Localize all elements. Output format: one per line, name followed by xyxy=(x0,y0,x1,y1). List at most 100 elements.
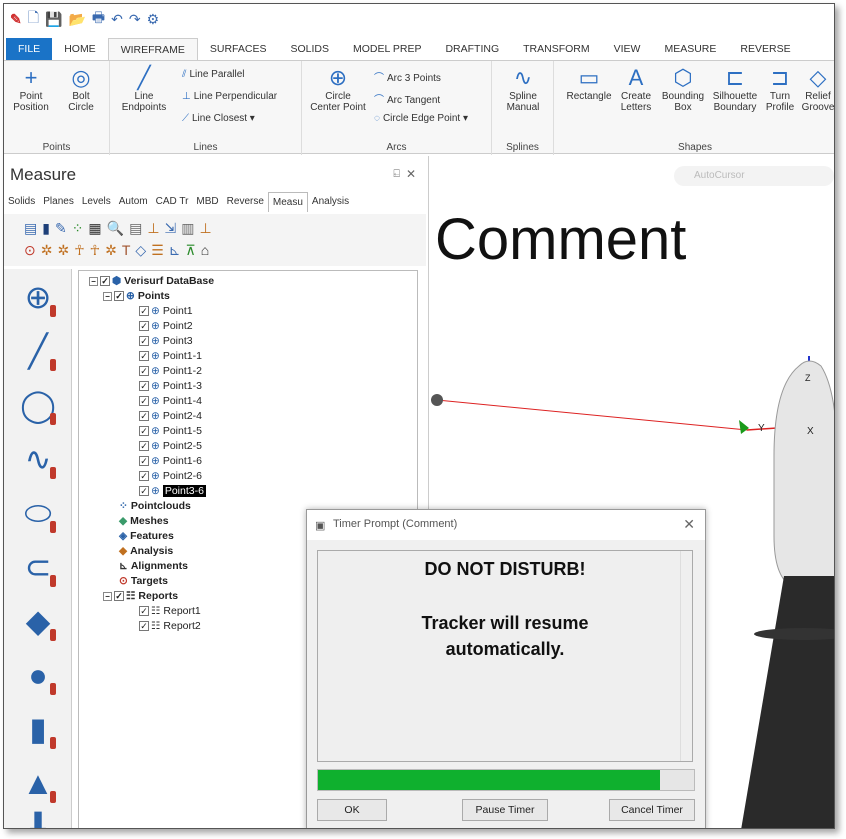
document-icon[interactable]: ▮ xyxy=(42,220,50,237)
line-feature-button[interactable]: ╱ xyxy=(18,331,58,371)
table-icon[interactable]: ▦ xyxy=(88,220,101,237)
ellipse-feature-button[interactable]: ⬭ xyxy=(18,493,58,533)
axis-icon[interactable]: ⊾ xyxy=(169,242,181,259)
tab-analysis[interactable]: Analysis xyxy=(308,192,353,212)
checkbox[interactable]: ✓ xyxy=(139,336,149,347)
close-icon[interactable]: ✕ xyxy=(406,167,416,181)
points-icon[interactable]: ✲ xyxy=(41,242,53,259)
tree-node-points[interactable]: − ✓ ⊕ Points xyxy=(103,289,170,304)
save-icon[interactable]: 💾 xyxy=(45,11,62,28)
create-letters-button[interactable]: A Create Letters xyxy=(616,65,656,113)
print-icon[interactable]: 🖶 xyxy=(92,7,105,31)
tree-report[interactable]: ✓ ☷ Report1 xyxy=(139,604,201,619)
tree-report[interactable]: ✓ ☷ Report2 xyxy=(139,619,201,634)
checkbox[interactable]: ✓ xyxy=(139,606,149,617)
checkbox[interactable]: ✓ xyxy=(139,471,149,482)
tab-file[interactable]: FILE xyxy=(6,38,53,60)
line-endpoints-button[interactable]: ╱ Line Endpoints xyxy=(114,65,174,113)
message-scrollbar[interactable] xyxy=(680,551,692,761)
pause-timer-button[interactable]: Pause Timer xyxy=(462,799,548,821)
tree-point-selected[interactable]: ✓ ⊕ Point3-6 xyxy=(139,484,206,499)
tree-point[interactable]: ✓ ⊕ Point2-4 xyxy=(139,409,202,424)
ok-button[interactable]: OK xyxy=(317,799,387,821)
undo-icon[interactable]: ↶ xyxy=(111,11,123,28)
checkbox[interactable]: ✓ xyxy=(139,621,149,632)
tab-transform[interactable]: TRANSFORM xyxy=(511,38,602,60)
relief-groove-button[interactable]: ◇ Relief Groove xyxy=(800,65,834,113)
tag-icon[interactable]: ◇ xyxy=(135,242,146,259)
tree-point[interactable]: ✓ ⊕ Point1-5 xyxy=(139,424,202,439)
sphere-feature-button[interactable]: ● xyxy=(18,655,58,695)
arc-3-points-button[interactable]: ⌒ Arc 3 Points xyxy=(374,69,441,84)
zoom-icon[interactable]: 🔍 xyxy=(107,220,124,237)
tab-home[interactable]: HOME xyxy=(52,38,108,60)
tab-autom[interactable]: Autom xyxy=(115,192,152,212)
cone-feature-button[interactable]: ▲ xyxy=(18,763,58,803)
checkbox[interactable]: ✓ xyxy=(139,441,149,452)
tree-node-reports[interactable]: − ✓ ☷ Reports xyxy=(103,589,178,604)
person-alt-icon[interactable]: ☥ xyxy=(90,242,100,259)
tree-point[interactable]: ✓ ⊕ Point3 xyxy=(139,334,193,349)
tab-measu[interactable]: Measu xyxy=(267,192,308,212)
tree-point[interactable]: ✓ ⊕ Point2-5 xyxy=(139,439,202,454)
bolt-circle-button[interactable]: ◎ Bolt Circle xyxy=(58,65,104,113)
cancel-timer-button[interactable]: Cancel Timer xyxy=(609,799,695,821)
line-parallel-button[interactable]: ⫽ Line Parallel xyxy=(182,69,245,80)
point-feature-button[interactable]: ⊕ xyxy=(18,277,58,317)
plane-feature-button[interactable]: ◆ xyxy=(18,601,58,641)
edit-icon[interactable]: ✎ xyxy=(55,220,67,237)
tree-root[interactable]: − ✓ ⬢ Verisurf DataBase xyxy=(89,274,214,289)
checkbox[interactable]: ✓ xyxy=(139,411,149,422)
checkbox[interactable]: ✓ xyxy=(114,591,124,602)
tab-wireframe[interactable]: WIREFRAME xyxy=(107,38,198,60)
arc-tangent-button[interactable]: ⌒ Arc Tangent xyxy=(374,91,440,106)
slot-feature-button[interactable]: ⊂ xyxy=(18,547,58,587)
tab-mbd[interactable]: MBD xyxy=(192,192,222,212)
checkbox[interactable]: ✓ xyxy=(139,306,149,317)
tree-point[interactable]: ✓ ⊕ Point1 xyxy=(139,304,193,319)
tree-node-targets[interactable]: ⊙ Targets xyxy=(119,574,168,589)
checkbox[interactable]: ✓ xyxy=(139,426,149,437)
tab-model-prep[interactable]: MODEL PREP xyxy=(341,38,433,60)
checkbox[interactable]: ✓ xyxy=(139,381,149,392)
report-icon[interactable]: ▤ xyxy=(24,220,37,237)
point-position-button[interactable]: + Point Position xyxy=(6,65,56,113)
open-folder-icon[interactable]: 📂 xyxy=(68,11,85,28)
tree-point[interactable]: ✓ ⊕ Point1-4 xyxy=(139,394,202,409)
circle-edge-point-button[interactable]: ◌ Circle Edge Point ▾ xyxy=(374,113,468,124)
circle-center-point-button[interactable]: ⊕ Circle Center Point xyxy=(306,65,370,113)
spline-manual-button[interactable]: ∿ Spline Manual xyxy=(498,65,548,113)
target-icon[interactable]: ⊙ xyxy=(24,242,36,259)
collapse-icon[interactable]: − xyxy=(103,591,112,601)
tab-levels[interactable]: Levels xyxy=(78,192,115,212)
tab-reverse-panel[interactable]: Reverse xyxy=(223,192,268,212)
line-perpendicular-button[interactable]: ⊥ Line Perpendicular xyxy=(182,91,277,102)
checkbox[interactable]: ✓ xyxy=(100,276,110,287)
redo-icon[interactable]: ↷ xyxy=(129,11,141,28)
collapse-icon[interactable]: − xyxy=(103,291,112,301)
tab-view[interactable]: VIEW xyxy=(602,38,653,60)
curve-feature-button[interactable]: ∿ xyxy=(18,439,58,479)
collapse-icon[interactable]: − xyxy=(89,276,98,286)
checkbox[interactable]: ✓ xyxy=(114,291,124,302)
dialog-close-icon[interactable]: ✕ xyxy=(683,516,695,533)
tab-drafting[interactable]: DRAFTING xyxy=(433,38,511,60)
tab-measure[interactable]: MEASURE xyxy=(652,38,728,60)
checkbox[interactable]: ✓ xyxy=(139,456,149,467)
tree-point[interactable]: ✓ ⊕ Point1-6 xyxy=(139,454,202,469)
tree-point[interactable]: ✓ ⊕ Point2-6 xyxy=(139,469,202,484)
multi-points-icon[interactable]: ✲ xyxy=(57,242,69,259)
tab-solids[interactable]: SOLIDS xyxy=(278,38,341,60)
tree-node-alignments[interactable]: ⊾ Alignments xyxy=(119,559,188,574)
line-closest-button[interactable]: ⟋ Line Closest ▾ xyxy=(182,113,255,124)
cylinder-feature-button[interactable]: ▮ xyxy=(18,709,58,749)
tab-reverse[interactable]: REVERSE xyxy=(728,38,802,60)
tree-node-pointclouds[interactable]: ⁘ Pointclouds xyxy=(119,499,191,514)
pin-icon[interactable]: ⍇ xyxy=(393,168,400,181)
probe-alt-icon[interactable]: ⊥ xyxy=(200,220,212,237)
tree-point[interactable]: ✓ ⊕ Point1-3 xyxy=(139,379,202,394)
tab-cad-tr[interactable]: CAD Tr xyxy=(152,192,193,212)
list-icon[interactable]: ▤ xyxy=(129,220,142,237)
scatter-icon[interactable]: ⁘ xyxy=(72,220,84,237)
cluster-icon[interactable]: ✲ xyxy=(105,242,117,259)
